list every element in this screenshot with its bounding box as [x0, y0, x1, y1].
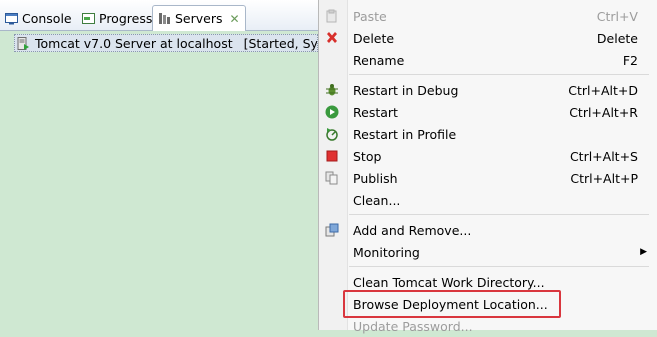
menu-separator	[349, 214, 649, 215]
tab-label: Console	[22, 11, 72, 26]
delete-icon	[325, 31, 339, 45]
menu-item-monitoring[interactable]: Monitoring ▶	[319, 241, 657, 263]
console-icon	[5, 12, 18, 25]
menu-item-rename[interactable]: Rename F2	[319, 49, 657, 71]
menu-item-restart[interactable]: Restart Ctrl+Alt+R	[319, 101, 657, 123]
menu-item-label: Clean...	[353, 192, 401, 208]
submenu-arrow-icon: ▶	[640, 247, 647, 257]
menu-item-label: Update Password...	[353, 318, 473, 334]
debug-icon	[325, 83, 339, 97]
tab-label: Progress	[99, 11, 153, 26]
publish-icon	[325, 171, 339, 185]
menu-item-label: Restart	[353, 104, 398, 120]
menu-item-label: Monitoring	[353, 244, 420, 260]
menu-item-add-and-remove[interactable]: Add and Remove...	[319, 219, 657, 241]
menu-item-accelerator: Delete	[596, 30, 638, 46]
add-remove-icon	[325, 223, 339, 237]
menu-item-label: Stop	[353, 148, 382, 164]
menu-item-restart-in-profile[interactable]: Restart in Profile	[319, 123, 657, 145]
annotation-highlight-box	[343, 290, 561, 318]
menu-item-publish[interactable]: Publish Ctrl+Alt+P	[319, 167, 657, 189]
menu-item-clean[interactable]: Clean...	[319, 189, 657, 211]
servers-view: Tomcat v7.0 Server at localhost [Started…	[0, 31, 318, 330]
progress-icon	[82, 12, 95, 25]
menu-item-label: Paste	[353, 8, 387, 24]
menu-item-label: Restart in Profile	[353, 126, 457, 142]
menu-item-delete[interactable]: Delete Delete	[319, 27, 657, 49]
menu-item-label: Restart in Debug	[353, 82, 459, 98]
context-menu: Paste Ctrl+V Delete Delete Rename F2 Res…	[318, 0, 657, 334]
menu-separator	[349, 74, 649, 75]
menu-item-accelerator: Ctrl+Alt+S	[569, 148, 638, 164]
tab-label: Servers	[175, 11, 223, 26]
profile-icon	[325, 127, 339, 141]
menu-item-label: Publish	[353, 170, 398, 186]
tab-servers[interactable]: Servers ✕	[152, 5, 246, 31]
menu-item-accelerator: Ctrl+Alt+P	[570, 170, 638, 186]
menu-item-paste[interactable]: Paste Ctrl+V	[319, 5, 657, 27]
servers-icon	[158, 12, 171, 25]
paste-icon	[325, 9, 339, 23]
server-status: [Started, Synchr	[243, 35, 318, 51]
tab-console[interactable]: Console	[0, 6, 77, 31]
menu-item-accelerator: Ctrl+Alt+D	[568, 82, 638, 98]
menu-item-label: Delete	[353, 30, 395, 46]
menu-item-accelerator: F2	[622, 52, 638, 68]
menu-separator	[349, 266, 649, 267]
menu-item-label: Clean Tomcat Work Directory...	[353, 274, 545, 290]
menu-item-restart-in-debug[interactable]: Restart in Debug Ctrl+Alt+D	[319, 79, 657, 101]
close-icon[interactable]: ✕	[230, 12, 240, 26]
menu-item-accelerator: Ctrl+Alt+R	[569, 104, 638, 120]
tab-progress[interactable]: Progress	[77, 6, 157, 31]
server-name: Tomcat v7.0 Server at localhost	[35, 35, 233, 51]
run-icon	[325, 105, 339, 119]
menu-item-label: Rename	[353, 52, 405, 68]
menu-item-update-password[interactable]: Update Password...	[319, 315, 657, 337]
tomcat-server-icon	[17, 36, 30, 50]
stop-icon	[325, 149, 339, 163]
server-row-tomcat[interactable]: Tomcat v7.0 Server at localhost [Started…	[14, 34, 318, 52]
menu-item-stop[interactable]: Stop Ctrl+Alt+S	[319, 145, 657, 167]
view-tab-bar: Console Progress Servers ✕	[0, 0, 318, 31]
menu-item-label: Add and Remove...	[353, 222, 472, 238]
menu-item-accelerator: Ctrl+V	[596, 8, 638, 24]
